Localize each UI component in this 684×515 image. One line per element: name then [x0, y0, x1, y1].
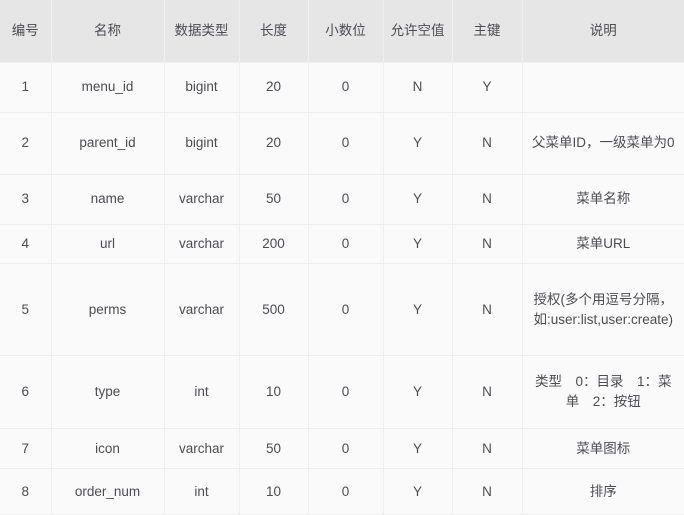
cell-no: 8: [0, 468, 52, 515]
cell-nullable: Y: [383, 355, 453, 430]
cell-nullable: Y: [383, 174, 453, 225]
cell-pk: N: [452, 263, 523, 357]
cell-type: int: [164, 468, 240, 515]
cell-type: varchar: [164, 174, 240, 225]
cell-decimal: 0: [308, 62, 384, 113]
cell-decimal: 0: [308, 112, 384, 175]
cell-pk: N: [452, 224, 523, 265]
cell-length: 20: [239, 62, 309, 113]
cell-nullable: Y: [383, 112, 453, 175]
cell-type: varchar: [164, 428, 240, 470]
cell-pk: Y: [452, 62, 523, 113]
cell-length: 10: [239, 468, 309, 515]
column-header-length: 长度: [239, 0, 309, 63]
cell-decimal: 0: [308, 174, 384, 225]
table-row: 2 parent_id bigint 20 0 Y N 父菜单ID，一级菜单为0: [0, 112, 684, 175]
cell-decimal: 0: [308, 224, 384, 265]
cell-pk: N: [452, 468, 523, 515]
cell-length: 10: [239, 355, 309, 430]
cell-decimal: 0: [308, 428, 384, 470]
table-row: 8 order_num int 10 0 Y N 排序: [0, 468, 684, 515]
table-header-row: 编号 名称 数据类型 长度 小数位 允许空值 主键 说明: [0, 0, 684, 63]
cell-pk: N: [452, 174, 523, 225]
cell-length: 20: [239, 112, 309, 175]
cell-nullable: Y: [383, 468, 453, 515]
cell-type: bigint: [164, 62, 240, 113]
column-header-pk: 主键: [452, 0, 523, 63]
cell-comment: 菜单图标: [522, 428, 684, 470]
column-header-nullable: 允许空值: [383, 0, 453, 63]
cell-no: 2: [0, 112, 52, 175]
cell-name: type: [51, 355, 165, 430]
column-header-type: 数据类型: [164, 0, 240, 63]
column-header-name: 名称: [51, 0, 165, 63]
cell-nullable: Y: [383, 428, 453, 470]
cell-no: 1: [0, 62, 52, 113]
cell-pk: N: [452, 428, 523, 470]
cell-nullable: Y: [383, 263, 453, 357]
cell-no: 7: [0, 428, 52, 470]
cell-no: 3: [0, 174, 52, 225]
cell-comment: 类型 0：目录 1：菜单 2：按钮: [522, 355, 684, 430]
cell-no: 4: [0, 224, 52, 265]
table-row: 3 name varchar 50 0 Y N 菜单名称: [0, 174, 684, 225]
table-row: 6 type int 10 0 Y N 类型 0：目录 1：菜单 2：按钮: [0, 355, 684, 430]
cell-no: 5: [0, 263, 52, 357]
table-row: 5 perms varchar 500 0 Y N 授权(多个用逗号分隔，如:u…: [0, 263, 684, 357]
cell-decimal: 0: [308, 468, 384, 515]
column-header-comment: 说明: [522, 0, 684, 63]
cell-type: varchar: [164, 263, 240, 357]
cell-length: 200: [239, 224, 309, 265]
cell-nullable: Y: [383, 224, 453, 265]
cell-name: name: [51, 174, 165, 225]
cell-length: 50: [239, 174, 309, 225]
cell-no: 6: [0, 355, 52, 430]
table-row: 7 icon varchar 50 0 Y N 菜单图标: [0, 428, 684, 470]
cell-decimal: 0: [308, 263, 384, 357]
cell-name: icon: [51, 428, 165, 470]
table-row: 1 menu_id bigint 20 0 N Y: [0, 62, 684, 113]
cell-nullable: N: [383, 62, 453, 113]
database-schema-table: 编号 名称 数据类型 长度 小数位 允许空值 主键 说明 1 menu_id b…: [0, 0, 684, 515]
cell-name: order_num: [51, 468, 165, 515]
cell-name: url: [51, 224, 165, 265]
cell-name: parent_id: [51, 112, 165, 175]
cell-comment: 授权(多个用逗号分隔，如:user:list,user:create): [522, 263, 684, 357]
table-body: 1 menu_id bigint 20 0 N Y 2 parent_id bi…: [0, 62, 684, 515]
cell-length: 500: [239, 263, 309, 357]
cell-length: 50: [239, 428, 309, 470]
cell-pk: N: [452, 112, 523, 175]
table-header: 编号 名称 数据类型 长度 小数位 允许空值 主键 说明: [0, 0, 684, 63]
cell-decimal: 0: [308, 355, 384, 430]
cell-comment: 排序: [522, 468, 684, 515]
cell-comment: 菜单名称: [522, 174, 684, 225]
column-header-no: 编号: [0, 0, 52, 63]
cell-name: menu_id: [51, 62, 165, 113]
cell-pk: N: [452, 355, 523, 430]
cell-type: varchar: [164, 224, 240, 265]
cell-comment: [522, 62, 684, 113]
cell-comment: 菜单URL: [522, 224, 684, 265]
cell-comment: 父菜单ID，一级菜单为0: [522, 112, 684, 175]
column-header-decimal: 小数位: [308, 0, 384, 63]
cell-type: int: [164, 355, 240, 430]
cell-name: perms: [51, 263, 165, 357]
table-row: 4 url varchar 200 0 Y N 菜单URL: [0, 224, 684, 265]
cell-type: bigint: [164, 112, 240, 175]
